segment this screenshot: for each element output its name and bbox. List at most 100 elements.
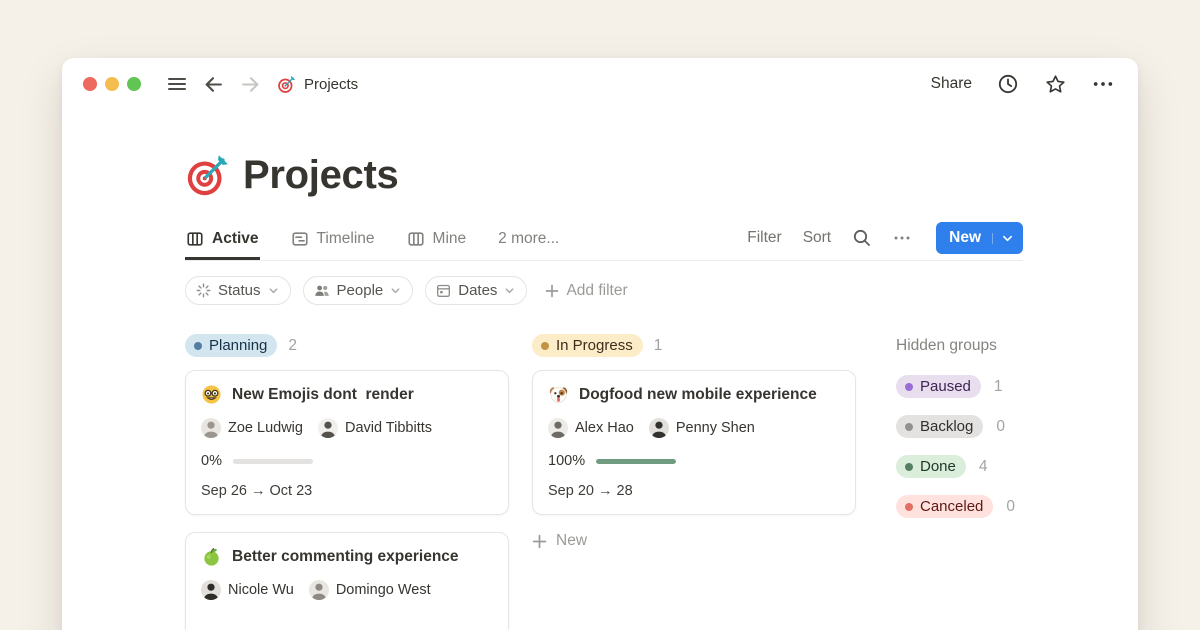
group-pill-backlog[interactable]: Backlog (896, 415, 983, 438)
board-view-icon (407, 230, 425, 248)
hidden-group-paused: Paused 1 (896, 373, 1023, 400)
filter-chip-people[interactable]: People (303, 276, 414, 305)
column-planning: Planning 2 New Emojis dont render (185, 332, 509, 630)
progress-track (233, 459, 313, 464)
view-options-icon[interactable] (893, 229, 911, 247)
new-dropdown-button[interactable] (992, 233, 1023, 244)
chevron-down-icon (268, 285, 279, 296)
avatar (201, 580, 221, 600)
card-title: Dogfood new mobile experience (579, 386, 817, 404)
progress: 100% (548, 453, 840, 469)
breadcrumb[interactable]: Projects (277, 75, 358, 94)
status-dot (905, 423, 913, 431)
group-pill-paused[interactable]: Paused (896, 375, 981, 398)
card-better-commenting[interactable]: Better commenting experience Nicole Wu (185, 532, 509, 630)
group-pill-canceled[interactable]: Canceled (896, 495, 993, 518)
chevron-down-icon (504, 285, 515, 296)
hidden-groups-title: Hidden groups (896, 332, 1023, 359)
group-count: 1 (994, 378, 1003, 396)
assignee: David Tibbitts (318, 418, 432, 438)
group-count: 1 (654, 337, 663, 355)
card-title: Better commenting experience (232, 548, 459, 566)
card-dates: Sep 20 → 28 (548, 483, 840, 499)
status-dot (905, 503, 913, 511)
tab-active[interactable]: Active (185, 224, 260, 260)
avatar (548, 418, 568, 438)
card-title: New Emojis dont render (232, 386, 414, 404)
green-apple-emoji-icon (201, 546, 222, 567)
share-button[interactable]: Share (931, 75, 972, 93)
filter-chip-status[interactable]: Status (185, 276, 291, 305)
new-button-label: New (936, 229, 992, 247)
assignee: Nicole Wu (201, 580, 294, 600)
filter-chip-dates[interactable]: Dates (425, 276, 527, 305)
dog-face-emoji-icon (548, 384, 569, 405)
status-burst-icon (196, 283, 211, 298)
progress-fill (596, 459, 676, 464)
page-title[interactable]: Projects (243, 153, 398, 198)
group-count: 0 (996, 418, 1005, 436)
tab-more-views[interactable]: 2 more... (497, 224, 560, 260)
titlebar: Projects Share (62, 58, 1138, 110)
assignee: Domingo West (309, 580, 431, 600)
chevron-down-icon (390, 285, 401, 296)
hidden-group-canceled: Canceled 0 (896, 493, 1023, 520)
hidden-group-done: Done 4 (896, 453, 1023, 480)
desktop-background: Projects Share (0, 0, 1200, 630)
window-controls (83, 77, 141, 91)
back-arrow-icon[interactable] (203, 74, 224, 95)
sort-button[interactable]: Sort (803, 229, 831, 247)
new-button[interactable]: New (936, 222, 1023, 254)
group-count: 0 (1006, 498, 1015, 516)
chevron-down-icon (1002, 233, 1013, 244)
plus-icon (532, 534, 547, 549)
clock-history-icon[interactable] (997, 73, 1019, 95)
calendar-icon (436, 283, 451, 298)
hidden-groups-section: Hidden groups Paused 1 Ba (896, 332, 1023, 630)
app-window: Projects Share (62, 58, 1138, 630)
tab-mine[interactable]: Mine (406, 224, 468, 260)
timeline-view-icon (291, 230, 309, 248)
assignee: Alex Hao (548, 418, 634, 438)
group-pill-planning[interactable]: Planning (185, 334, 277, 357)
board-view-icon (186, 230, 204, 248)
people-icon (314, 283, 330, 299)
search-icon[interactable] (852, 228, 872, 248)
progress: 0% (201, 453, 493, 469)
hidden-group-backlog: Backlog 0 (896, 413, 1023, 440)
favorite-star-icon[interactable] (1044, 73, 1067, 96)
close-window-button[interactable] (83, 77, 97, 91)
avatar (649, 418, 669, 438)
add-filter-button[interactable]: Add filter (545, 282, 627, 300)
assignee: Penny Shen (649, 418, 755, 438)
breadcrumb-title: Projects (304, 76, 358, 93)
avatar (309, 580, 329, 600)
status-dot (541, 342, 549, 350)
minimize-window-button[interactable] (105, 77, 119, 91)
group-pill-done[interactable]: Done (896, 455, 966, 478)
group-count: 4 (979, 458, 988, 476)
column-in-progress: In Progress 1 Dogfood new mobile experie… (532, 332, 856, 630)
group-count: 2 (288, 337, 297, 355)
tab-timeline[interactable]: Timeline (290, 224, 376, 260)
sidebar-menu-icon[interactable] (167, 74, 187, 94)
filter-bar: Status People Dates (185, 276, 1023, 305)
dart-target-icon (277, 75, 296, 94)
filter-button[interactable]: Filter (747, 229, 781, 247)
progress-track (596, 459, 676, 464)
new-card-button[interactable]: New (532, 532, 856, 550)
status-dot (905, 463, 913, 471)
card-dates: Sep 26 → Oct 23 (201, 483, 493, 499)
avatar (318, 418, 338, 438)
avatar (201, 418, 221, 438)
view-tabs: Active Timeline Mine (185, 224, 560, 258)
more-options-icon[interactable] (1092, 73, 1114, 95)
maximize-window-button[interactable] (127, 77, 141, 91)
card-dogfood-mobile[interactable]: Dogfood new mobile experience Alex Hao (532, 370, 856, 515)
card-new-emojis[interactable]: New Emojis dont render Zoe Ludwig (185, 370, 509, 515)
forward-arrow-icon[interactable] (240, 74, 261, 95)
assignee: Zoe Ludwig (201, 418, 303, 438)
nerd-face-emoji-icon (201, 384, 222, 405)
group-pill-in-progress[interactable]: In Progress (532, 334, 643, 357)
page-dart-target-icon[interactable] (185, 153, 230, 198)
